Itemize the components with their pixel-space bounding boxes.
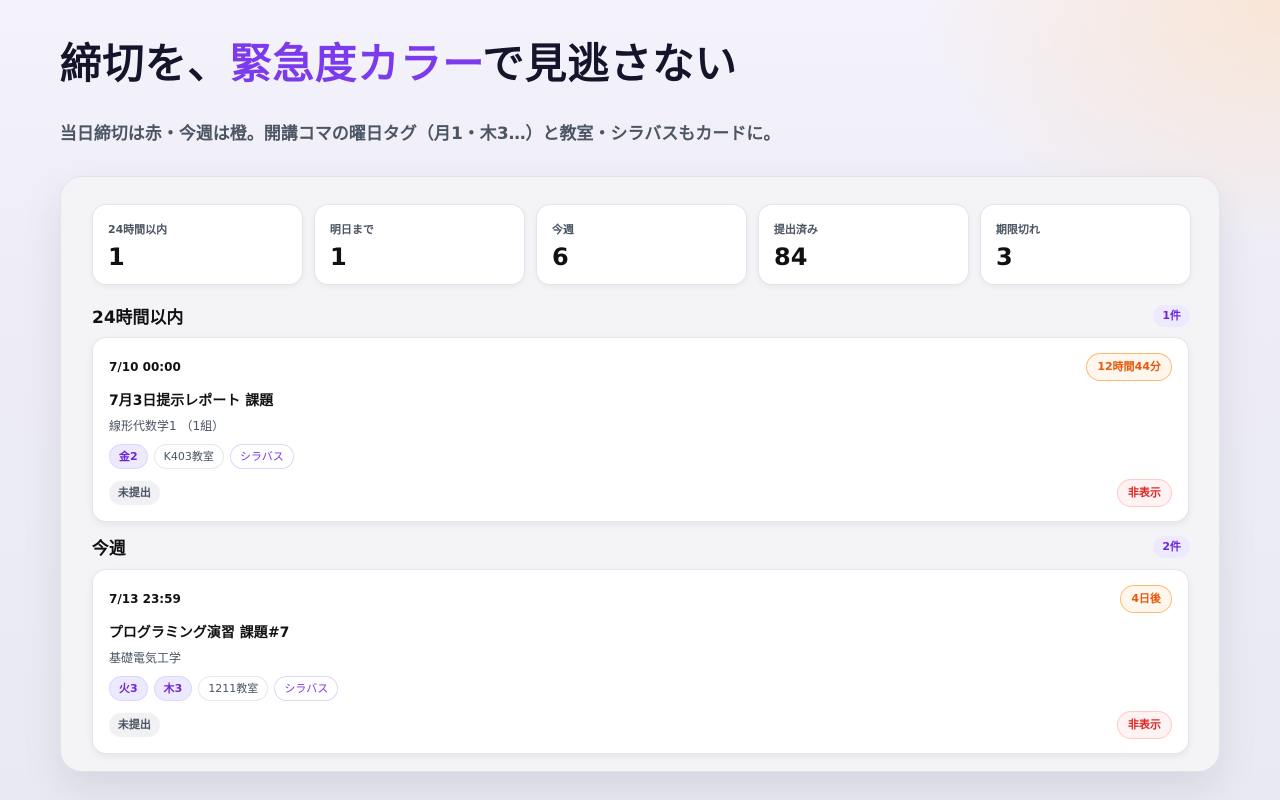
stat-value: 6 bbox=[552, 243, 569, 271]
assignment-card[interactable]: 7/10 00:00 12時間44分 7月3日提示レポート 課題 線形代数学1 … bbox=[92, 337, 1189, 522]
due-datetime: 7/10 00:00 bbox=[109, 360, 181, 374]
hide-button[interactable]: 非表示 bbox=[1117, 711, 1172, 739]
deadline-panel: 24時間以内 1 明日まで 1 今週 6 提出済み 84 期限切れ 3 24時間… bbox=[60, 176, 1220, 772]
assignment-title: 7月3日提示レポート 課題 bbox=[109, 393, 274, 409]
submission-status-badge: 未提出 bbox=[109, 713, 160, 737]
stat-label: 提出済み bbox=[774, 223, 818, 236]
stat-card-overdue[interactable]: 期限切れ 3 bbox=[980, 204, 1191, 285]
stat-value: 84 bbox=[774, 243, 808, 271]
course-name: 線形代数学1 （1組） bbox=[109, 419, 225, 433]
section-count-badge: 2件 bbox=[1153, 536, 1190, 558]
syllabus-link[interactable]: シラバス bbox=[274, 676, 339, 701]
section-header-within-24h: 24時間以内 1件 bbox=[92, 303, 1190, 329]
classroom-tag: K403教室 bbox=[153, 444, 224, 469]
stat-label: 期限切れ bbox=[996, 223, 1040, 236]
stat-card-until-tomorrow[interactable]: 明日まで 1 bbox=[314, 204, 525, 285]
stat-label: 今週 bbox=[552, 223, 574, 236]
page-subtitle: 当日締切は赤・今週は橙。開講コマの曜日タグ（月1・木3…）と教室・シラバスもカー… bbox=[60, 124, 781, 144]
stat-card-within-24h[interactable]: 24時間以内 1 bbox=[92, 204, 303, 285]
day-period-tag: 木3 bbox=[153, 676, 193, 701]
due-datetime: 7/13 23:59 bbox=[109, 592, 181, 606]
time-remaining-badge: 4日後 bbox=[1120, 585, 1172, 613]
stat-value: 3 bbox=[996, 243, 1013, 271]
day-period-tag: 火3 bbox=[109, 676, 148, 701]
tag-row: 金2 K403教室 シラバス bbox=[109, 444, 294, 469]
section-header-this-week: 今週 2件 bbox=[92, 534, 1190, 560]
stats-row: 24時間以内 1 明日まで 1 今週 6 提出済み 84 期限切れ 3 bbox=[92, 204, 1191, 285]
section-count-badge: 1件 bbox=[1153, 305, 1190, 327]
section-title: 24時間以内 bbox=[92, 308, 184, 328]
submission-status-badge: 未提出 bbox=[109, 481, 160, 505]
stat-value: 1 bbox=[330, 243, 347, 271]
syllabus-link[interactable]: シラバス bbox=[229, 444, 294, 469]
time-remaining-badge: 12時間44分 bbox=[1086, 353, 1172, 381]
classroom-tag: 1211教室 bbox=[198, 676, 269, 701]
page-title: 締切を、緊急度カラーで見逃さない bbox=[60, 30, 738, 91]
stat-card-submitted[interactable]: 提出済み 84 bbox=[758, 204, 969, 285]
title-pre: 締切を、 bbox=[60, 39, 231, 88]
day-period-tag: 金2 bbox=[109, 444, 148, 469]
title-post: で見逃さない bbox=[482, 39, 738, 88]
stat-label: 24時間以内 bbox=[108, 223, 168, 236]
tag-row: 火3 木3 1211教室 シラバス bbox=[109, 676, 339, 701]
title-accent: 緊急度カラー bbox=[230, 39, 483, 88]
stat-value: 1 bbox=[108, 243, 125, 271]
course-name: 基礎電気工学 bbox=[109, 651, 182, 665]
assignment-card[interactable]: 7/13 23:59 4日後 プログラミング演習 課題#7 基礎電気工学 火3 … bbox=[92, 569, 1189, 754]
hide-button[interactable]: 非表示 bbox=[1117, 479, 1172, 507]
assignment-title: プログラミング演習 課題#7 bbox=[109, 625, 290, 641]
stat-label: 明日まで bbox=[330, 223, 374, 236]
stat-card-this-week[interactable]: 今週 6 bbox=[536, 204, 747, 285]
section-title: 今週 bbox=[92, 539, 126, 559]
